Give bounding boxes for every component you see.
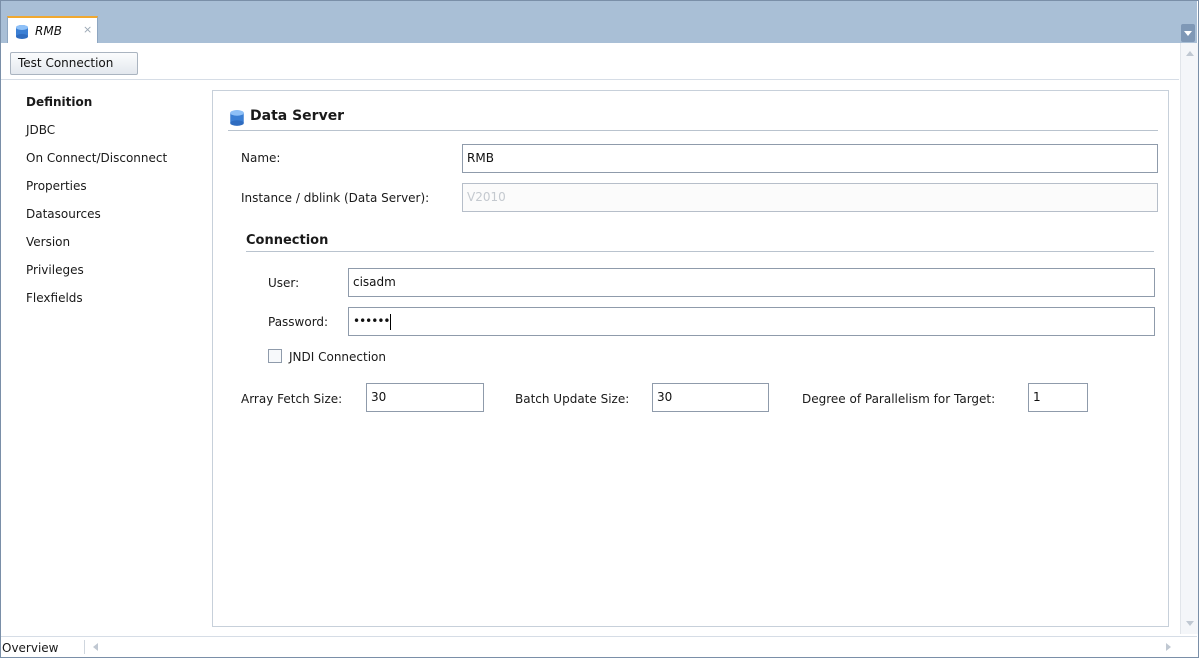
user-field[interactable]: cisadm	[348, 268, 1155, 297]
nav-item-privileges[interactable]: Privileges	[26, 261, 167, 289]
batch-update-field[interactable]: 30	[652, 383, 769, 412]
definition-nav: Definition JDBC On Connect/Disconnect Pr…	[26, 93, 167, 317]
parallelism-label: Degree of Parallelism for Target:	[802, 392, 996, 406]
jndi-checkbox[interactable]	[268, 349, 282, 363]
scroll-right-icon[interactable]	[1166, 643, 1171, 651]
password-value: ••••••	[353, 314, 390, 328]
tab-title: RMB	[35, 24, 62, 38]
jndi-label: JNDI Connection	[289, 350, 387, 364]
nav-item-jdbc[interactable]: JDBC	[26, 121, 167, 149]
nav-item-datasources[interactable]: Datasources	[26, 205, 167, 233]
scroll-up-icon[interactable]	[1186, 51, 1194, 56]
nav-item-on-connect-disconnect[interactable]: On Connect/Disconnect	[26, 149, 167, 177]
instance-label: Instance / dblink (Data Server):	[241, 191, 430, 205]
name-field[interactable]: RMB	[462, 144, 1158, 173]
array-fetch-field[interactable]: 30	[366, 383, 484, 412]
section-divider	[228, 130, 1158, 131]
nav-item-properties[interactable]: Properties	[26, 177, 167, 205]
instance-field[interactable]: V2010	[462, 183, 1158, 212]
tab-strip: RMB ×	[1, 1, 1197, 44]
scroll-left-icon[interactable]	[93, 643, 98, 651]
name-label: Name:	[241, 151, 281, 165]
user-label: User:	[268, 276, 300, 290]
vertical-scrollbar[interactable]	[1180, 43, 1198, 634]
text-caret	[390, 313, 392, 330]
database-icon	[14, 24, 30, 43]
nav-item-flexfields[interactable]: Flexfields	[26, 289, 167, 317]
section-title-text: Data Server	[250, 108, 345, 124]
close-icon[interactable]: ×	[83, 23, 92, 36]
nav-item-definition[interactable]: Definition	[26, 93, 167, 121]
nav-item-version[interactable]: Version	[26, 233, 167, 261]
database-icon	[228, 109, 246, 131]
toolbar: Test Connection	[1, 43, 1179, 80]
tab-overview[interactable]: Overview	[1, 639, 59, 657]
password-field[interactable]: ••••••	[348, 307, 1155, 336]
bottom-bar: Overview	[1, 636, 1197, 657]
parallelism-field[interactable]: 1	[1028, 383, 1088, 412]
array-fetch-label: Array Fetch Size:	[241, 392, 343, 406]
test-connection-button[interactable]: Test Connection	[10, 52, 138, 75]
batch-update-label: Batch Update Size:	[515, 392, 630, 406]
tab-rmb[interactable]: RMB ×	[7, 16, 98, 44]
connection-heading: Connection	[246, 233, 329, 248]
horizontal-scrollbar[interactable]	[84, 640, 1175, 654]
scroll-down-icon[interactable]	[1186, 621, 1194, 626]
connection-divider	[246, 251, 1154, 252]
tab-list-dropdown-icon[interactable]	[1181, 24, 1195, 42]
password-label: Password:	[268, 315, 329, 329]
